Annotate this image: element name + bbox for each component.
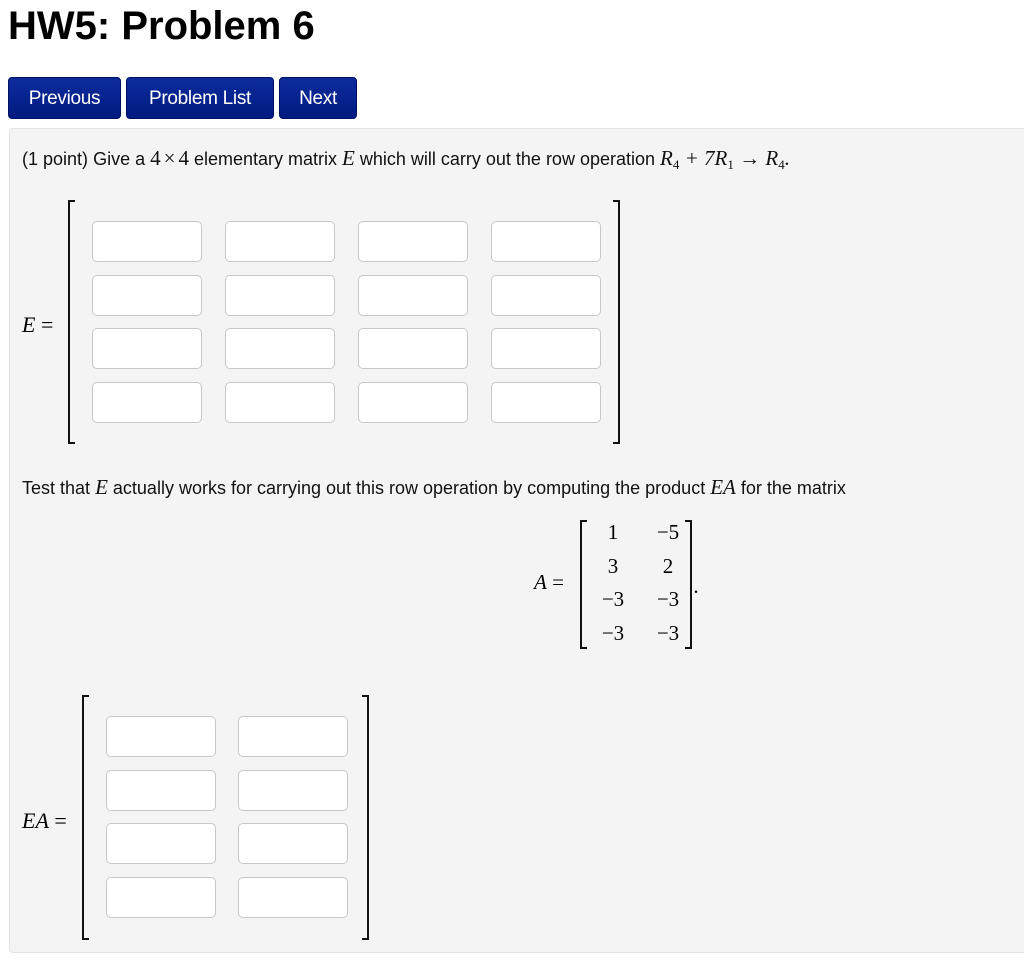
- e-cell-r2-c4[interactable]: [491, 274, 601, 316]
- op-r1-sub: 1: [727, 157, 734, 172]
- test-E: E: [95, 475, 108, 499]
- e-cell-r4-c2[interactable]: [225, 381, 335, 423]
- ea-matrix-left-bracket: [82, 695, 89, 940]
- a-entry-r4-c1: −3: [601, 620, 625, 645]
- next-button[interactable]: Next: [279, 77, 357, 119]
- e-cell-r4-c3[interactable]: [358, 381, 468, 423]
- op-r4b: R: [765, 146, 779, 170]
- a-entry-r4-c2: −3: [656, 620, 680, 645]
- a-entry-r1-c2: −5: [656, 520, 680, 544]
- ea-cell-r3-c2[interactable]: [238, 823, 348, 864]
- statement-text-2: elementary matrix: [193, 149, 338, 169]
- e-cell-r1-c4[interactable]: [491, 221, 601, 262]
- e-cell-r2-c3[interactable]: [358, 274, 468, 316]
- op-r1: R: [714, 146, 728, 170]
- row-operation: R4 + 7R1 → R4.: [660, 146, 790, 172]
- problem-list-button[interactable]: Problem List: [126, 77, 274, 119]
- matrix-name-E: E: [342, 146, 355, 170]
- e-matrix-left-bracket: [68, 200, 75, 444]
- problem-statement: (1 point) Give a 4 × 4 elementary matrix E…: [22, 146, 790, 173]
- ea-cell-r1-c1[interactable]: [106, 716, 216, 757]
- ea-cell-r2-c1[interactable]: [106, 769, 216, 811]
- ea-cell-r4-c1[interactable]: [106, 876, 216, 918]
- ea-matrix-right-bracket: [362, 695, 369, 940]
- a-entry-r3-c1: −3: [601, 587, 625, 611]
- a-matrix-left-bracket: [580, 520, 587, 649]
- e-cell-r4-c4[interactable]: [491, 381, 601, 423]
- op-plus: + 7: [684, 146, 715, 170]
- e-cell-r3-c1[interactable]: [92, 328, 202, 369]
- e-cell-r2-c2[interactable]: [225, 274, 335, 316]
- dim-rows: 4: [150, 146, 161, 170]
- e-matrix-label: E E ==: [22, 312, 54, 337]
- ea-cell-r1-c2[interactable]: [238, 716, 348, 757]
- times-symbol: ×: [163, 146, 176, 170]
- test-text-1: Test that: [22, 478, 91, 498]
- page-title: HW5: Problem 6: [8, 4, 315, 48]
- a-entry-r2-c2: 2: [662, 553, 674, 578]
- e-cell-r4-c1[interactable]: [92, 381, 202, 423]
- op-r4-sub: 4: [672, 157, 680, 172]
- points-label: (1 point): [22, 149, 89, 169]
- test-statement: Test that E actually works for carrying …: [22, 475, 846, 500]
- ea-cell-r2-c2[interactable]: [238, 769, 348, 811]
- test-EA: EA: [710, 475, 736, 499]
- e-cell-r3-c4[interactable]: [491, 328, 601, 369]
- e-cell-r3-c3[interactable]: [358, 328, 468, 369]
- a-entry-r3-c2: −3: [656, 587, 680, 611]
- test-text-3: for the matrix: [740, 478, 846, 498]
- a-entry-r1-c1: 1: [607, 520, 619, 544]
- statement-text-3: which will carry out the row operation: [359, 149, 656, 169]
- a-entry-r2-c1: 3: [607, 553, 619, 578]
- ea-cell-r3-c1[interactable]: [106, 823, 216, 864]
- e-cell-r1-c2[interactable]: [225, 221, 335, 262]
- ea-matrix-label: EA =: [22, 808, 67, 833]
- test-text-2: actually works for carrying out this row…: [112, 478, 706, 498]
- a-matrix-period: .: [693, 574, 699, 598]
- statement-text: Give a: [93, 149, 146, 169]
- ea-cell-r4-c2[interactable]: [238, 876, 348, 918]
- e-matrix-right-bracket: [613, 200, 620, 444]
- op-period: .: [784, 146, 790, 170]
- op-arrow: →: [739, 146, 761, 170]
- a-matrix-label: A =: [534, 570, 564, 594]
- e-cell-r1-c3[interactable]: [358, 221, 468, 262]
- e-cell-r1-c1[interactable]: [92, 221, 202, 262]
- e-cell-r3-c2[interactable]: [225, 328, 335, 369]
- dim-cols: 4: [178, 146, 189, 170]
- op-r4: R: [660, 146, 673, 170]
- e-cell-r2-c1[interactable]: [92, 274, 202, 316]
- previous-button[interactable]: Previous: [8, 77, 121, 119]
